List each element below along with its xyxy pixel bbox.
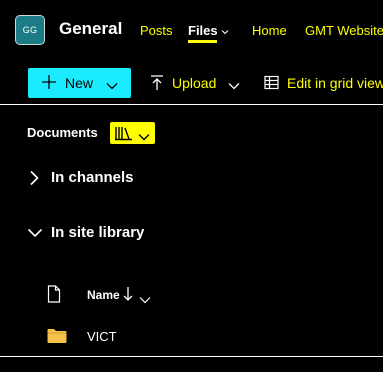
chevron-down-icon — [221, 23, 229, 38]
section-in-site-library-label: In site library — [51, 224, 145, 241]
chevron-down-icon — [27, 225, 43, 246]
chevron-down-icon — [138, 128, 150, 146]
chevron-down-icon — [228, 77, 240, 93]
new-button[interactable]: New — [28, 68, 131, 98]
sort-descending-icon[interactable] — [122, 286, 134, 307]
upload-icon — [150, 75, 164, 94]
chevron-down-icon[interactable] — [139, 291, 151, 309]
channel-title: General — [59, 19, 123, 38]
library-view-button[interactable] — [110, 122, 155, 144]
team-avatar-initials: GG — [22, 25, 38, 35]
new-button-label: New — [65, 75, 94, 91]
folder-icon — [47, 328, 67, 349]
grid-icon — [264, 75, 279, 93]
upload-button-label: Upload — [172, 75, 217, 91]
divider — [0, 356, 383, 357]
tab-home[interactable]: Home — [252, 23, 287, 38]
file-type-icon — [47, 285, 61, 308]
edit-in-grid-view-label: Edit in grid view — [287, 75, 383, 91]
active-tab-indicator — [188, 40, 217, 43]
library-title: Documents — [27, 125, 98, 140]
section-in-channels-label: In channels — [51, 169, 134, 186]
tab-posts[interactable]: Posts — [140, 23, 173, 38]
section-in-channels[interactable]: In channels — [0, 163, 383, 193]
list-item[interactable]: VICT — [0, 322, 383, 350]
team-avatar[interactable]: GG — [15, 15, 45, 45]
upload-button[interactable]: Upload — [148, 68, 243, 98]
command-bar: New Upload Edit in grid view — [0, 62, 383, 104]
column-header-row: Name — [0, 281, 383, 309]
divider — [0, 104, 383, 105]
section-in-site-library[interactable]: In site library — [0, 218, 383, 248]
edit-in-grid-view-button[interactable]: Edit in grid view — [262, 68, 383, 98]
tab-files[interactable]: Files — [188, 23, 229, 38]
channel-header: GG General Posts Files Home GMT Website — [0, 0, 383, 62]
library-icon — [114, 125, 134, 146]
tab-gmt-website[interactable]: GMT Website — [305, 23, 383, 38]
file-name[interactable]: VICT — [87, 329, 117, 344]
plus-icon — [42, 72, 56, 96]
tab-files-label: Files — [188, 23, 218, 38]
column-name-label[interactable]: Name — [87, 288, 120, 302]
chevron-down-icon — [106, 77, 118, 93]
chevron-right-icon — [27, 170, 41, 191]
